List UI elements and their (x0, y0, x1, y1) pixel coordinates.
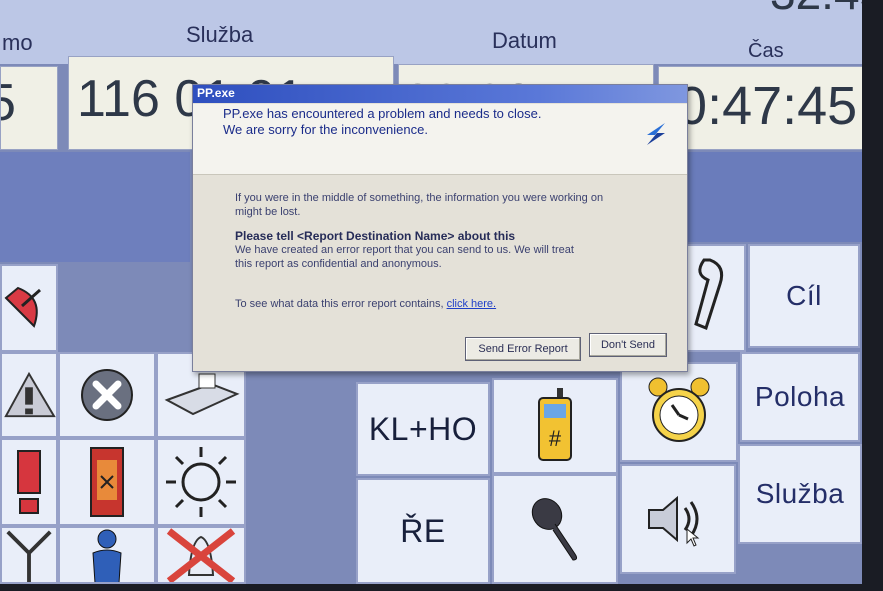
tile-dish[interactable] (0, 264, 58, 352)
re-label: ŘE (400, 512, 446, 549)
dialog-title-bar[interactable]: PP.exe (193, 85, 687, 103)
tile-phone-device[interactable] (58, 438, 156, 526)
send-error-report-button[interactable]: Send Error Report (465, 337, 581, 361)
info-line1: If you were in the middle of something, … (235, 192, 604, 204)
tile-antenna[interactable] (0, 526, 58, 584)
header-col-cas: Čas (748, 40, 784, 62)
tile-poloha[interactable]: Poloha (740, 352, 860, 442)
error-dialog: PP.exe PP.exe has encountered a problem … (192, 84, 688, 372)
report-line2: this report as confidential and anonymou… (235, 258, 442, 270)
person-icon (92, 529, 122, 582)
left-partial-field: 5 (0, 66, 58, 150)
kl-ho-label: KL+HO (368, 410, 478, 447)
cancel-icon (81, 369, 133, 421)
fax-icon (164, 373, 240, 416)
antenna-icon (6, 530, 52, 582)
tile-microphone[interactable] (492, 474, 618, 584)
windows-error-icon (645, 121, 667, 152)
poloha-label: Poloha (754, 381, 846, 412)
tile-phone[interactable]: # (492, 378, 618, 474)
dialog-title: PP.exe (197, 86, 235, 100)
bell-muted-icon (166, 528, 236, 582)
header-bar: mo Služba Datum Čas 32:45 (0, 0, 862, 64)
header-col-datum: Datum (492, 28, 557, 53)
tile-brightness[interactable] (156, 438, 246, 526)
dialog-heading-line1: PP.exe has encountered a problem and nee… (223, 106, 542, 121)
cas-field: 10:47:45 (658, 66, 862, 150)
pager-icon (90, 447, 124, 517)
warning-icon (4, 371, 56, 418)
tile-re[interactable]: ŘE (356, 478, 490, 584)
tile-kl-ho[interactable]: KL+HO (356, 382, 490, 476)
tile-cil[interactable]: Cíl (748, 244, 860, 348)
exclamation-icon (17, 450, 41, 514)
touchscreen: mo Služba Datum Čas 32:45 5 116 01 01 20… (0, 0, 862, 584)
alarm-clock-icon (648, 377, 710, 442)
blue-panel-right (686, 152, 862, 242)
dialog-heading: PP.exe has encountered a problem and nee… (223, 106, 541, 138)
dont-send-button[interactable]: Don't Send (589, 333, 667, 357)
mobile-phone-icon: # (538, 388, 572, 461)
sluzba-tile-label: Služba (755, 478, 845, 509)
tile-speaker[interactable] (620, 464, 736, 574)
header-col-partial: mo (2, 30, 33, 55)
tile-sluzba[interactable]: Služba (738, 444, 862, 544)
tile-bell-muted[interactable] (156, 526, 246, 584)
left-partial-value: 5 (1, 73, 16, 133)
report-line1: We have created an error report that you… (235, 244, 574, 256)
svg-text:#: # (549, 426, 562, 451)
dialog-heading-line2: We are sorry for the inconvenience. (223, 122, 428, 137)
tile-exclamation[interactable] (0, 438, 58, 526)
header-top-right-partial: 32:45 (770, 0, 862, 20)
cil-label: Cíl (786, 280, 822, 311)
see-data-line: To see what data this error report conta… (235, 297, 675, 311)
blue-panel-left (0, 152, 190, 262)
see-data-text: To see what data this error report conta… (235, 298, 444, 310)
dialog-body: If you were in the middle of something, … (235, 191, 675, 311)
tile-warning[interactable] (0, 352, 58, 438)
click-here-link[interactable]: click here. (447, 298, 497, 310)
tile-cancel[interactable] (58, 352, 156, 438)
tile-person[interactable] (58, 526, 156, 584)
tile-alarm[interactable] (620, 362, 738, 462)
speaker-icon (648, 495, 699, 543)
tell-heading: Please tell <Report Destination Name> ab… (235, 229, 516, 243)
microphone-icon (531, 498, 578, 561)
info-line2: might be lost. (235, 206, 301, 218)
sun-icon (166, 447, 236, 517)
header-col-sluzba: Služba (186, 22, 254, 47)
mouse-cursor-icon (686, 528, 700, 547)
satellite-dish-icon (4, 286, 41, 328)
